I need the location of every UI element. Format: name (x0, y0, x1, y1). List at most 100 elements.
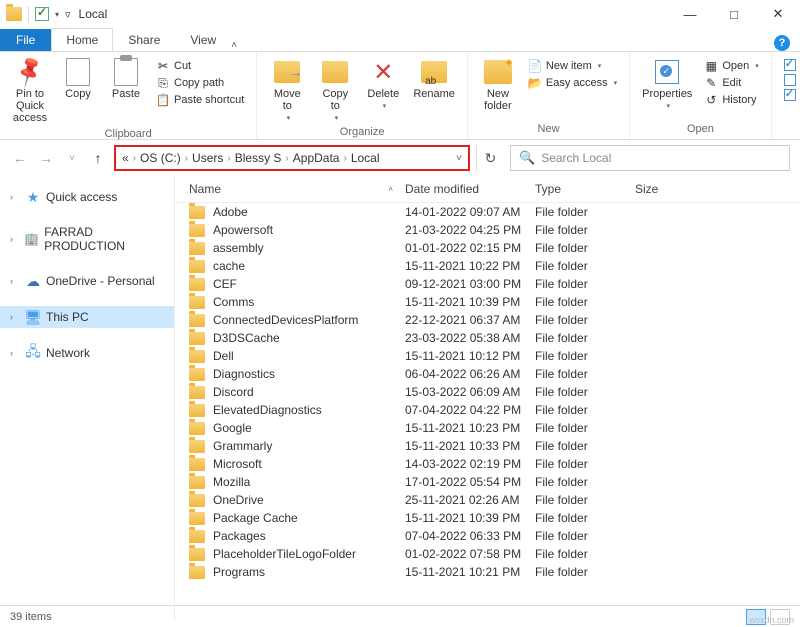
tab-view[interactable]: View (175, 28, 231, 51)
table-row[interactable]: PlaceholderTileLogoFolder01-02-2022 07:5… (175, 545, 800, 563)
back-button[interactable]: ← (10, 148, 30, 168)
sidebar-item-farrad[interactable]: › 🏢 FARRAD PRODUCTION (0, 222, 174, 256)
forward-button[interactable]: → (36, 148, 56, 168)
folder-icon (189, 476, 205, 489)
tab-share[interactable]: Share (113, 28, 175, 51)
column-size[interactable]: Size (635, 182, 715, 196)
table-row[interactable]: Adobe14-01-2022 09:07 AMFile folder (175, 203, 800, 221)
search-input[interactable]: 🔍 Search Local (510, 145, 790, 171)
window-controls: — □ ✕ (668, 0, 800, 28)
breadcrumb-item[interactable]: Local (351, 151, 380, 165)
column-date[interactable]: Date modified (405, 182, 535, 196)
expand-icon[interactable]: › (10, 192, 20, 202)
copy-to-button[interactable]: Copy to ▾ (313, 56, 357, 124)
table-row[interactable]: ElevatedDiagnostics07-04-2022 04:22 PMFi… (175, 401, 800, 419)
tab-file[interactable]: File (0, 29, 51, 51)
address-bar[interactable]: « › OS (C:) › Users › Blessy S › AppData… (114, 145, 470, 171)
breadcrumb-item[interactable]: Users (192, 151, 223, 165)
chevron-down-icon: ▾ (335, 114, 339, 122)
delete-button[interactable]: ✕ Delete ▾ (361, 56, 405, 112)
table-row[interactable]: Grammarly15-11-2021 10:33 PMFile folder (175, 437, 800, 455)
table-row[interactable]: Microsoft14-03-2022 02:19 PMFile folder (175, 455, 800, 473)
table-row[interactable]: Programs15-11-2021 10:21 PMFile folder (175, 563, 800, 581)
address-dropdown-icon[interactable]: ˅ (456, 153, 462, 164)
table-row[interactable]: CEF09-12-2021 03:00 PMFile folder (175, 275, 800, 293)
qat-more[interactable]: ▿ (65, 8, 71, 21)
tab-home[interactable]: Home (51, 28, 113, 51)
history-button[interactable]: ↺History (700, 92, 762, 108)
properties-button[interactable]: Properties ▾ (638, 56, 696, 112)
close-button[interactable]: ✕ (756, 0, 800, 28)
expand-icon[interactable]: › (10, 234, 19, 244)
file-list: Name˄ Date modified Type Size Adobe14-01… (175, 176, 800, 621)
table-row[interactable]: OneDrive25-11-2021 02:26 AMFile folder (175, 491, 800, 509)
file-date: 23-03-2022 05:38 AM (405, 331, 535, 345)
new-folder-button[interactable]: New folder (476, 56, 520, 114)
rename-button[interactable]: Rename (409, 56, 459, 102)
sidebar-item-onedrive[interactable]: › ☁ OneDrive - Personal (0, 270, 174, 292)
file-date: 01-01-2022 02:15 PM (405, 241, 535, 255)
file-name: Package Cache (213, 511, 298, 525)
move-to-icon (274, 61, 300, 83)
folder-icon (189, 404, 205, 417)
new-item-button[interactable]: 📄New item▾ (524, 58, 621, 74)
breadcrumb-item[interactable]: AppData (293, 151, 340, 165)
file-type: File folder (535, 313, 635, 327)
edit-button[interactable]: ✎Edit (700, 75, 762, 91)
table-row[interactable]: Dell15-11-2021 10:12 PMFile folder (175, 347, 800, 365)
breadcrumb-overflow[interactable]: « (122, 151, 129, 165)
paste-shortcut-button[interactable]: 📋Paste shortcut (152, 92, 248, 108)
breadcrumb-item[interactable]: OS (C:) (140, 151, 181, 165)
cut-button[interactable]: ✂Cut (152, 58, 248, 74)
help-icon[interactable]: ? (774, 35, 790, 51)
table-row[interactable]: Packages07-04-2022 06:33 PMFile folder (175, 527, 800, 545)
cloud-icon: ☁ (25, 273, 41, 289)
file-type: File folder (535, 565, 635, 579)
expand-icon[interactable]: › (10, 276, 20, 286)
table-row[interactable]: ConnectedDevicesPlatform22-12-2021 06:37… (175, 311, 800, 329)
properties-qat-icon[interactable] (35, 7, 49, 21)
table-row[interactable]: Diagnostics06-04-2022 06:26 AMFile folde… (175, 365, 800, 383)
sidebar-item-this-pc[interactable]: › 🖥 This PC (0, 306, 174, 328)
edit-icon: ✎ (704, 76, 718, 90)
pin-to-quick-access-button[interactable]: 📌 Pin to Quick access (8, 56, 52, 126)
column-name[interactable]: Name˄ (175, 182, 405, 196)
open-button[interactable]: ▦Open▾ (700, 58, 762, 74)
expand-icon[interactable]: › (10, 348, 20, 358)
column-type[interactable]: Type (535, 182, 635, 196)
table-row[interactable]: D3DSCache23-03-2022 05:38 AMFile folder (175, 329, 800, 347)
table-row[interactable]: Google15-11-2021 10:23 PMFile folder (175, 419, 800, 437)
invert-selection-button[interactable]: Invert selection (780, 88, 800, 102)
file-name: Mozilla (213, 475, 250, 489)
sidebar-item-quick-access[interactable]: › ★ Quick access (0, 186, 174, 208)
copy-button[interactable]: Copy (56, 56, 100, 102)
move-to-button[interactable]: Move to ▾ (265, 56, 309, 124)
select-all-button[interactable]: Select all (780, 58, 800, 72)
breadcrumb-item[interactable]: Blessy S (235, 151, 282, 165)
ribbon-collapse-icon[interactable]: ˄ (231, 40, 237, 51)
easy-access-button[interactable]: 📂Easy access▾ (524, 75, 621, 91)
sidebar-item-network[interactable]: › 🖧 Network (0, 342, 174, 364)
window-title: Local (79, 7, 108, 21)
file-name: OneDrive (213, 493, 264, 507)
invert-selection-icon (784, 89, 796, 101)
table-row[interactable]: Discord15-03-2022 06:09 AMFile folder (175, 383, 800, 401)
file-name: Comms (213, 295, 254, 309)
up-button[interactable]: ↑ (88, 148, 108, 168)
table-row[interactable]: Package Cache15-11-2021 10:39 PMFile fol… (175, 509, 800, 527)
copy-path-button[interactable]: ⎘Copy path (152, 75, 248, 91)
table-row[interactable]: Mozilla17-01-2022 05:54 PMFile folder (175, 473, 800, 491)
paste-button[interactable]: Paste (104, 56, 148, 102)
select-none-button[interactable]: Select none (780, 73, 800, 87)
expand-icon[interactable]: › (10, 312, 20, 322)
table-row[interactable]: assembly01-01-2022 02:15 PMFile folder (175, 239, 800, 257)
qat-dropdown-icon[interactable]: ▾ (55, 10, 59, 19)
refresh-button[interactable]: ↻ (476, 145, 504, 171)
table-row[interactable]: cache15-11-2021 10:22 PMFile folder (175, 257, 800, 275)
chevron-right-icon: › (183, 153, 190, 164)
minimize-button[interactable]: — (668, 0, 712, 28)
recent-locations-button[interactable]: ˅ (62, 148, 82, 168)
maximize-button[interactable]: □ (712, 0, 756, 28)
table-row[interactable]: Comms15-11-2021 10:39 PMFile folder (175, 293, 800, 311)
table-row[interactable]: Apowersoft21-03-2022 04:25 PMFile folder (175, 221, 800, 239)
